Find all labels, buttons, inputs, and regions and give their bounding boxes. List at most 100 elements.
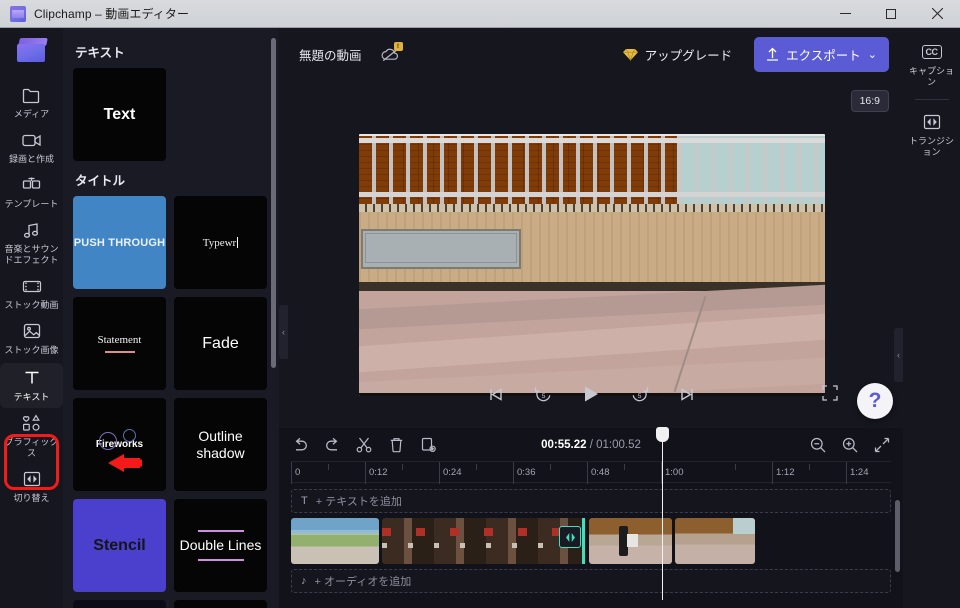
title-template-tile[interactable]: Fireworks xyxy=(73,398,166,491)
library-grid-titles: PUSH THROUGH Typewr Statement Fade Firew… xyxy=(73,196,269,608)
timeline-clip[interactable] xyxy=(382,518,586,564)
rewind-5s-button[interactable]: 5 xyxy=(530,381,556,407)
add-text-label: + テキストを追加 xyxy=(315,496,402,508)
image-icon xyxy=(21,320,43,342)
templates-icon xyxy=(21,174,43,196)
title-template-tile[interactable] xyxy=(174,600,267,608)
tile-label: Statement xyxy=(97,334,142,346)
tile-label: Double Lines xyxy=(179,537,262,553)
upgrade-button[interactable]: アップグレード xyxy=(613,38,743,71)
sidebar-item-templates[interactable]: テンプレート xyxy=(0,170,63,215)
divider xyxy=(914,99,949,100)
title-template-tile[interactable]: Outline shadow xyxy=(174,398,267,491)
trash-icon[interactable] xyxy=(387,436,405,454)
music-note-icon xyxy=(21,219,43,241)
sidebar-item-transitions[interactable]: 切り替え xyxy=(0,464,63,509)
timeline-clip[interactable] xyxy=(589,518,672,564)
export-label: エクスポート xyxy=(786,48,861,63)
forward-5s-button[interactable]: 5 xyxy=(626,381,652,407)
video-preview-canvas[interactable] xyxy=(359,134,825,396)
editor-top-toolbar: 無題の動画 ! アップグレード エクスポート ⌄ xyxy=(279,28,903,80)
divider xyxy=(197,559,244,561)
library-section-heading: テキスト xyxy=(75,46,125,60)
title-template-tile[interactable]: Statement xyxy=(73,297,166,390)
timeline-scrollbar[interactable] xyxy=(895,500,900,572)
right-item-captions[interactable]: CC キャプション xyxy=(903,36,960,93)
ruler-label: 1:12 xyxy=(776,467,795,478)
skip-to-end-button[interactable] xyxy=(674,381,700,407)
redo-icon[interactable] xyxy=(323,436,341,454)
total-time: 01:00.52 xyxy=(596,438,641,451)
chevron-down-icon: ⌄ xyxy=(867,48,877,61)
right-navigation-rail: CC キャプション トランジション ‹ xyxy=(894,28,960,608)
no-cloud-icon[interactable]: ! xyxy=(380,42,403,65)
right-panel-collapse-handle[interactable]: ‹ xyxy=(894,328,903,382)
close-button[interactable] xyxy=(914,0,960,28)
sidebar-item-label: テンプレート xyxy=(4,199,59,209)
sidebar-item-stock-video[interactable]: ストック動画 xyxy=(0,271,63,316)
aspect-ratio-badge[interactable]: 16:9 xyxy=(850,90,889,112)
zoom-out-icon[interactable] xyxy=(809,436,827,454)
timeline-playhead[interactable] xyxy=(656,427,669,600)
time-separator: / xyxy=(589,438,593,451)
sidebar-item-label: 録画と作成 xyxy=(8,154,54,164)
video-preview-area: 16:9 5 5 ? xyxy=(279,80,903,453)
fit-to-screen-icon[interactable] xyxy=(873,436,891,454)
sidebar-item-media[interactable]: メディア xyxy=(0,80,63,125)
clip-selection-edge xyxy=(582,518,585,564)
scissors-icon[interactable] xyxy=(355,436,373,454)
window-title: Clipchamp – 動画エディター xyxy=(34,7,190,21)
title-template-tile[interactable]: Typewr xyxy=(174,196,267,289)
svg-text:5: 5 xyxy=(541,393,545,400)
sidebar-item-label: ストック動画 xyxy=(4,300,59,310)
sidebar-item-stock-image[interactable]: ストック画像 xyxy=(0,316,63,361)
right-item-transitions[interactable]: トランジション xyxy=(903,106,960,163)
clipchamp-logo[interactable] xyxy=(15,36,49,66)
ruler-label: 0:48 xyxy=(591,467,610,478)
tile-label: PUSH THROUGH xyxy=(73,236,166,249)
timeline-ruler[interactable]: 0 0:12 0:24 0:36 0:48 1:00 1:12 1:24 xyxy=(291,461,891,484)
tile-label: Stencil xyxy=(93,536,146,554)
warning-badge: ! xyxy=(393,42,403,51)
sidebar-item-audio[interactable]: 音楽とサウンドエフェクト xyxy=(0,215,63,271)
undo-icon[interactable] xyxy=(291,436,309,454)
sidebar-item-label: 音楽とサウンドエフェクト xyxy=(4,244,59,265)
title-template-tile[interactable]: Stencil xyxy=(73,499,166,592)
title-template-tile[interactable]: Double Lines xyxy=(174,499,267,592)
tile-label: Text xyxy=(103,105,136,123)
transition-icon xyxy=(921,111,943,133)
sidebar-item-text[interactable]: テキスト xyxy=(0,363,63,408)
duplicate-icon[interactable] xyxy=(419,436,437,454)
sidebar-item-label: テキスト xyxy=(13,392,50,402)
ruler-label: 0:36 xyxy=(517,467,536,478)
title-template-tile[interactable]: PUSH THROUGH xyxy=(73,196,166,289)
add-text-track[interactable]: T + テキストを追加 xyxy=(291,489,891,513)
zoom-in-icon[interactable] xyxy=(841,436,859,454)
play-button[interactable] xyxy=(578,381,604,407)
sidebar-item-label: 切り替え xyxy=(13,493,50,503)
folder-icon xyxy=(21,84,43,106)
maximize-button[interactable] xyxy=(868,0,914,28)
add-audio-track[interactable]: ♪ + オーディオを追加 xyxy=(291,569,891,593)
title-template-tile[interactable] xyxy=(73,600,166,608)
skip-to-start-button[interactable] xyxy=(482,381,508,407)
help-button[interactable]: ? xyxy=(857,383,893,419)
add-audio-label: + オーディオを追加 xyxy=(314,576,412,588)
timeline-clip[interactable] xyxy=(291,518,379,564)
sidebar-item-record[interactable]: 録画と作成 xyxy=(0,125,63,170)
ruler-label: 0 xyxy=(295,467,301,478)
transition-badge[interactable] xyxy=(559,526,581,548)
timeline-clip[interactable] xyxy=(675,518,755,564)
sidebar-item-graphics[interactable]: グラフィックス xyxy=(0,408,63,464)
library-scrollbar[interactable] xyxy=(271,38,276,368)
project-title[interactable]: 無題の動画 xyxy=(293,41,368,68)
title-template-tile[interactable]: Fade xyxy=(174,297,267,390)
library-collapse-handle[interactable]: ‹ xyxy=(279,305,288,359)
export-button[interactable]: エクスポート ⌄ xyxy=(754,36,889,72)
tile-label: Fade xyxy=(202,334,239,352)
text-template-tile[interactable]: Text xyxy=(73,68,166,161)
minimize-button[interactable] xyxy=(822,0,868,28)
library-grid-text: Text xyxy=(73,68,269,161)
fullscreen-icon[interactable] xyxy=(819,382,841,404)
film-strip-icon xyxy=(21,275,43,297)
